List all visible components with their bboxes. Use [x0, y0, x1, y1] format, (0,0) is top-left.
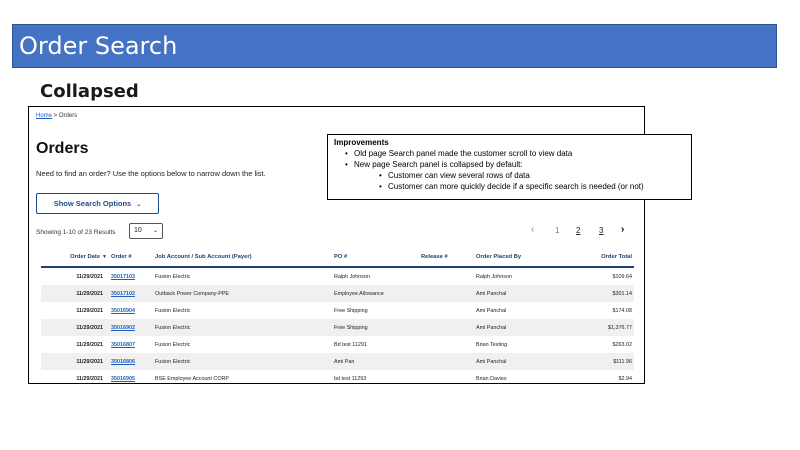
cell-po-number: Free Shipping: [334, 307, 368, 314]
cell-po-number: Bd test 11291: [334, 341, 367, 348]
cell-po-number: bd test 11293: [334, 375, 367, 382]
cell-order-total: $111.96: [613, 358, 632, 365]
callout-item: New page Search panel is collapsed by de…: [334, 159, 685, 170]
table-row: 11/29/2021 35016904 Fusion Electric Free…: [41, 302, 634, 319]
cell-order-date: 11/29/2021: [76, 375, 103, 382]
table-row: 11/29/2021 35017102 Outback Power Compan…: [41, 285, 634, 302]
cell-order-date: 11/29/2021: [76, 358, 103, 365]
cell-order-date: 11/29/2021: [76, 341, 103, 348]
cell-order-placed-by: Ami Panchal: [476, 290, 507, 297]
callout-subitem: Customer can more quickly decide if a sp…: [334, 181, 685, 192]
cell-order-placed-by: Brian Davies: [476, 375, 507, 382]
chevron-left-icon[interactable]: ‹: [531, 224, 534, 235]
cell-order-date: 11/29/2021: [76, 273, 103, 280]
page-1-link[interactable]: 1: [555, 226, 559, 235]
table-row: 11/29/2021 35016807 Fusion Electric Bd t…: [41, 336, 634, 353]
chevron-right-icon[interactable]: ›: [621, 224, 624, 235]
header-order-placed-by: Order Placed By: [476, 253, 522, 260]
results-count: Showing 1-10 of 23 Results: [36, 229, 116, 236]
breadcrumb-home-link[interactable]: Home: [36, 113, 52, 119]
chevron-down-icon: ⌄: [152, 228, 158, 234]
callout-heading: Improvements: [334, 138, 389, 147]
cell-order-total: $174.08: [612, 307, 633, 314]
order-number-link[interactable]: 35017103: [107, 274, 155, 280]
header-order-date-label: Order Date: [70, 253, 101, 260]
order-number-link[interactable]: 35016806: [107, 359, 155, 365]
cell-order-total: $263.02: [612, 341, 633, 348]
slide-title: Order Search: [12, 24, 777, 68]
cell-order-total: $301.14: [612, 290, 633, 297]
callout-list: Old page Search panel made the customer …: [334, 148, 685, 192]
cell-po-number: Ami Pan: [334, 358, 355, 365]
cell-order-total: $109.64: [612, 273, 633, 280]
cell-po-number: Ralph Johnson: [334, 273, 370, 280]
cell-order-total: $2.94: [618, 375, 633, 382]
header-release-number: Release #: [421, 253, 448, 260]
page-intro: Need to find an order? Use the options b…: [36, 169, 266, 178]
table-row: 11/29/2021 35016902 Fusion Electric Free…: [41, 319, 634, 336]
order-number-link[interactable]: 35016902: [107, 325, 155, 331]
table-row: 11/29/2021 35017103 Fusion Electric Ralp…: [41, 268, 634, 285]
cell-order-date: 11/29/2021: [76, 307, 103, 314]
header-job-account: Job Account / Sub Account (Payer): [155, 253, 252, 260]
cell-order-placed-by: Ami Panchal: [476, 358, 507, 365]
cell-order-placed-by: Ami Panchal: [476, 324, 507, 331]
per-page-select[interactable]: 10 ⌄: [129, 223, 163, 239]
breadcrumb: Home > Orders: [36, 113, 77, 119]
header-order-date[interactable]: Order Date ▼: [41, 254, 107, 260]
slide-subtitle: Collapsed: [40, 81, 139, 102]
cell-order-placed-by: Ralph Johnson: [476, 273, 512, 280]
cell-order-placed-by: Ami Panchal: [476, 307, 507, 314]
cell-order-placed-by: Brian Testing: [476, 341, 508, 348]
breadcrumb-separator: >: [52, 113, 59, 119]
improvements-callout: Improvements Old page Search panel made …: [327, 134, 692, 200]
cell-job-account: Fusion Electric: [155, 307, 191, 314]
order-number-link[interactable]: 35016904: [107, 308, 155, 314]
order-number-link[interactable]: 35016905: [107, 376, 155, 382]
per-page-value: 10: [134, 227, 142, 234]
orders-table: Order Date ▼ Order # Job Account / Sub Ac…: [41, 247, 634, 383]
table-row: 11/29/2021 35016806 Fusion Electric Ami …: [41, 353, 634, 370]
show-search-options-button[interactable]: Show Search Options ⌄: [36, 193, 159, 214]
cell-job-account: Fusion Electric: [155, 341, 191, 348]
callout-item: Old page Search panel made the customer …: [334, 148, 685, 159]
show-search-options-label: Show Search Options: [53, 199, 132, 208]
cell-job-account: Fusion Electric: [155, 358, 191, 365]
cell-po-number: Employee Allowance: [334, 290, 384, 297]
callout-subitem: Customer can view several rows of data: [334, 170, 685, 181]
page-2-link[interactable]: 2: [576, 226, 580, 235]
cell-job-account: Outback Power Company-PPE: [155, 290, 230, 297]
cell-order-date: 11/29/2021: [76, 324, 103, 331]
page-title: Orders: [36, 140, 89, 157]
cell-order-date: 11/29/2021: [76, 290, 103, 297]
header-order-number: Order #: [111, 253, 132, 260]
cell-order-total: $1,376.77: [608, 324, 632, 331]
header-order-total: Order Total: [601, 253, 632, 260]
cell-job-account: Fusion Electric: [155, 273, 191, 280]
cell-job-account: BSE Employee Account CORP: [155, 375, 230, 382]
cell-po-number: Free Shipping: [334, 324, 368, 331]
table-row: 11/29/2021 35016905 BSE Employee Account…: [41, 370, 634, 383]
table-header: Order Date ▼ Order # Job Account / Sub Ac…: [41, 247, 634, 268]
breadcrumb-current: Orders: [58, 113, 78, 119]
page-3-link[interactable]: 3: [599, 226, 603, 235]
order-number-link[interactable]: 35017102: [107, 291, 155, 297]
header-po-number: PO #: [334, 253, 348, 260]
chevron-down-icon: ⌄: [136, 202, 142, 208]
cell-job-account: Fusion Electric: [155, 324, 191, 331]
order-number-link[interactable]: 35016807: [107, 342, 155, 348]
